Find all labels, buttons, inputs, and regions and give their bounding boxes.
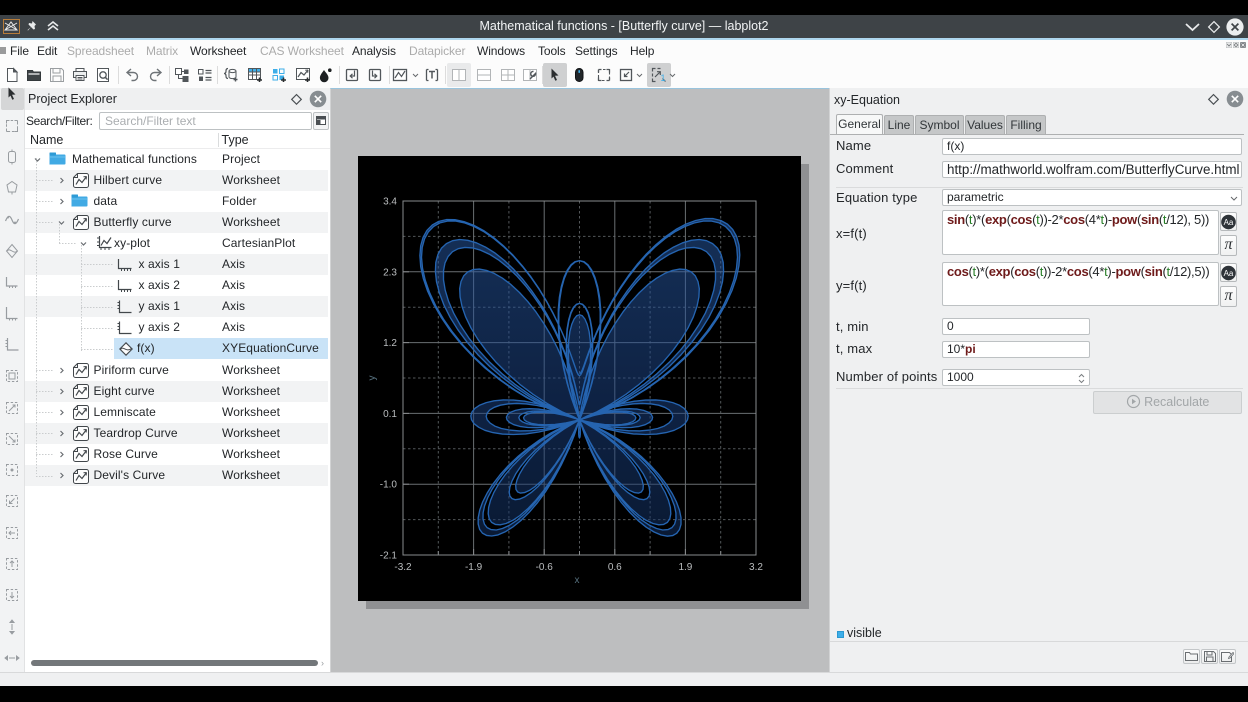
svg-text:0.6: 0.6 <box>608 562 622 573</box>
svg-text:Aa: Aa <box>1224 268 1234 277</box>
svg-text:-0.6: -0.6 <box>536 562 554 573</box>
svg-text:1.9: 1.9 <box>678 562 692 573</box>
svg-text:3.4: 3.4 <box>383 197 397 208</box>
svg-text:-1.9: -1.9 <box>465 562 483 573</box>
svg-text:Aa: Aa <box>1224 217 1234 226</box>
svg-text:y: y <box>367 376 378 381</box>
svg-text:0.1: 0.1 <box>383 409 397 420</box>
svg-text:3.2: 3.2 <box>749 562 763 573</box>
svg-text:-2.1: -2.1 <box>380 551 398 562</box>
svg-text:1: 1 <box>661 73 666 83</box>
svg-text:1.2: 1.2 <box>383 338 397 349</box>
svg-text:x: x <box>575 575 580 586</box>
svg-text:-3.2: -3.2 <box>394 562 412 573</box>
svg-text:2.3: 2.3 <box>383 267 397 278</box>
svg-text:-1.0: -1.0 <box>380 480 398 491</box>
